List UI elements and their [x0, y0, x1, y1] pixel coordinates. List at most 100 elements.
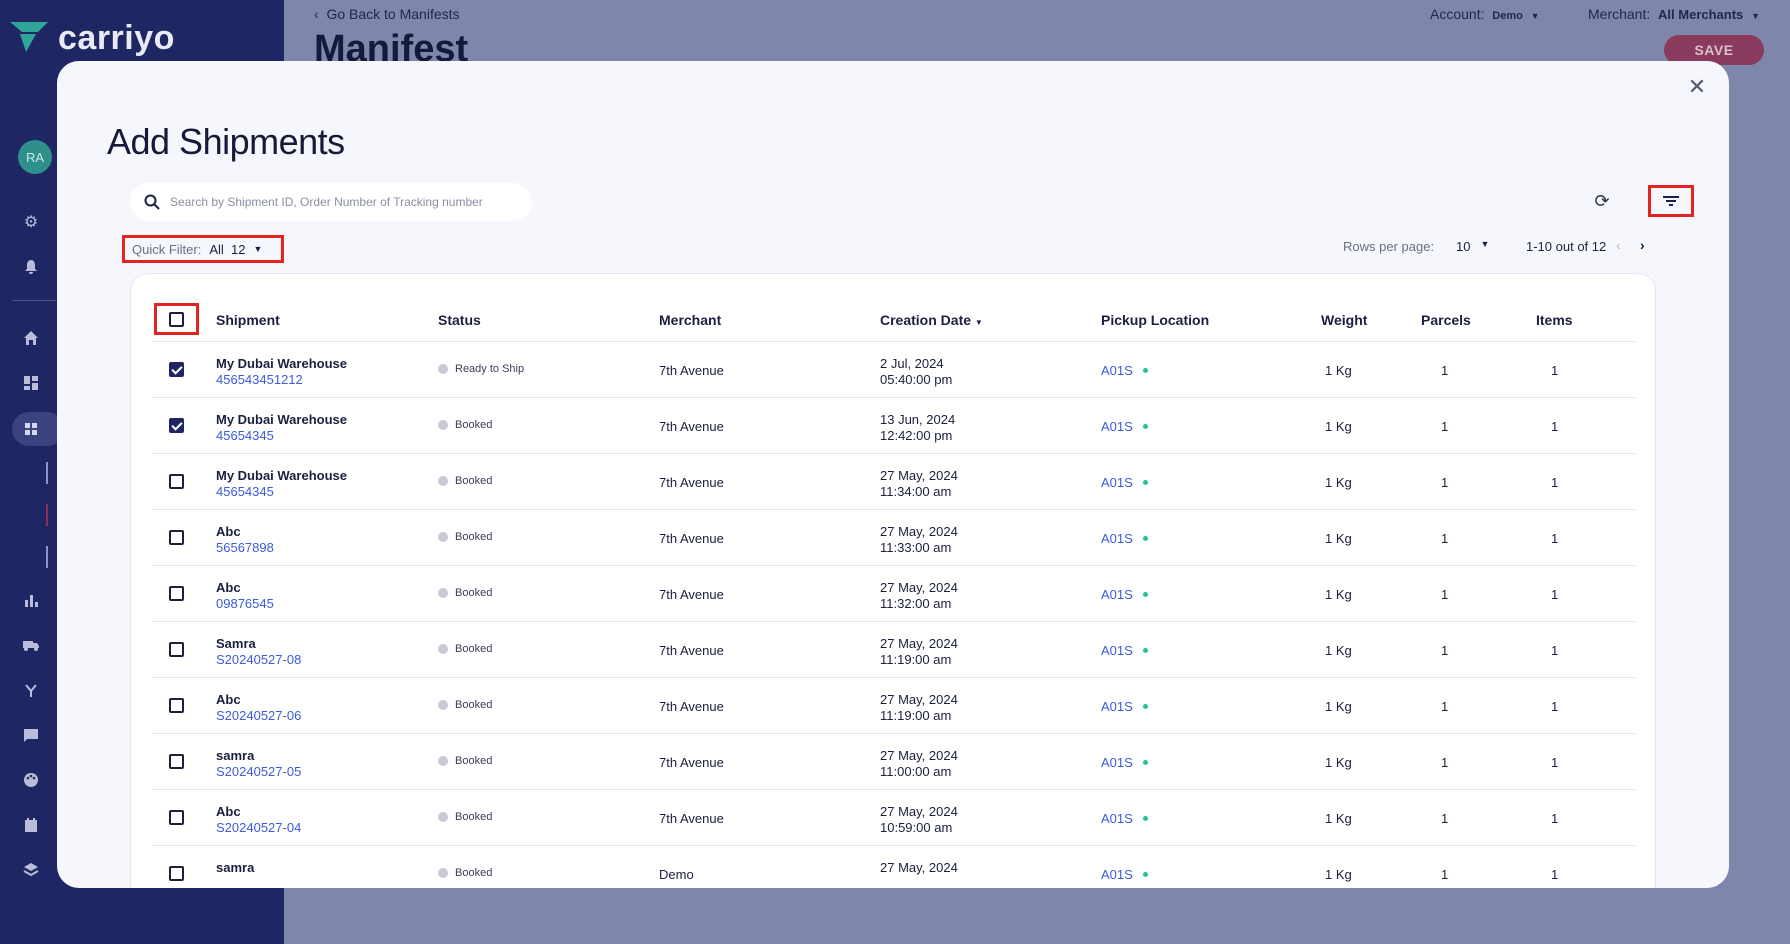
search-icon — [144, 194, 160, 210]
pickup-location-link[interactable]: A01S — [1101, 419, 1148, 434]
row-checkbox[interactable] — [169, 586, 184, 601]
header-merchant[interactable]: Merchant — [659, 312, 721, 328]
analytics-icon[interactable] — [21, 590, 41, 610]
avatar[interactable]: RA — [18, 140, 52, 174]
row-checkbox[interactable] — [169, 810, 184, 825]
pickup-location-link[interactable]: A01S — [1101, 643, 1148, 658]
header-shipment[interactable]: Shipment — [216, 312, 280, 328]
pickup-location-link[interactable]: A01S — [1101, 699, 1148, 714]
row-checkbox[interactable] — [169, 698, 184, 713]
pickup-location-link[interactable]: A01S — [1101, 531, 1148, 546]
merchant-cell: 7th Avenue — [659, 419, 724, 434]
checkbox[interactable] — [169, 530, 184, 545]
checkbox[interactable] — [169, 810, 184, 825]
search-input[interactable] — [170, 195, 510, 209]
header-creation-date[interactable]: Creation Date ▼ — [880, 312, 983, 328]
header-pickup-location[interactable]: Pickup Location — [1101, 312, 1209, 328]
row-checkbox[interactable] — [169, 418, 184, 433]
header-parcels[interactable]: Parcels — [1421, 312, 1471, 328]
checkbox[interactable] — [169, 642, 184, 657]
shipment-id-link[interactable]: S20240527-05 — [216, 764, 301, 779]
header-weight[interactable]: Weight — [1321, 312, 1367, 328]
rows-per-page-select[interactable]: 10 ▼ — [1456, 239, 1489, 254]
shipments-icon[interactable] — [21, 419, 41, 439]
table-row[interactable]: My Dubai Warehouse 456543451212 Ready to S… — [151, 342, 1635, 398]
active-dot-icon — [1142, 648, 1148, 653]
search-bar[interactable] — [130, 183, 532, 221]
select-all-checkbox-frame[interactable] — [154, 303, 199, 335]
checkbox[interactable] — [169, 586, 184, 601]
shipment-id-link[interactable]: 09876545 — [216, 596, 274, 611]
shipment-id-link[interactable]: 56567898 — [216, 540, 274, 555]
palette-icon[interactable] — [21, 770, 41, 790]
brand-logo[interactable]: carriyo — [8, 18, 175, 58]
routing-icon[interactable] — [21, 680, 41, 700]
status-dot-icon — [438, 588, 448, 598]
truck-icon[interactable] — [21, 635, 41, 655]
row-checkbox[interactable] — [169, 530, 184, 545]
table-row[interactable]: Samra S20240527-08 Booked 7th Avenue 27 May,… — [151, 622, 1635, 678]
checkbox[interactable] — [169, 866, 184, 881]
dashboard-icon[interactable] — [21, 373, 41, 393]
chevron-left-icon[interactable]: ‹ — [1616, 237, 1621, 253]
parcels-cell: 1 — [1441, 587, 1449, 602]
status-dot-icon — [438, 532, 448, 542]
quick-filter[interactable]: Quick Filter: All 12 ▼ — [122, 235, 284, 263]
row-checkbox[interactable] — [169, 642, 184, 657]
merchant-selector[interactable]: Merchant: All Merchants ▼ — [1588, 6, 1760, 22]
account-selector[interactable]: Account: Demo ▼ — [1430, 6, 1540, 22]
checkbox[interactable] — [169, 754, 184, 769]
submenu-line — [46, 462, 48, 484]
shipment-id-link[interactable]: S20240527-04 — [216, 820, 301, 835]
table-row[interactable]: Abc 56567898 Booked 7th Avenue 27 May, 2024 1… — [151, 510, 1635, 566]
shipment-id-link[interactable]: 456543451212 — [216, 372, 303, 387]
pickup-location-link[interactable]: A01S — [1101, 475, 1148, 490]
table-row[interactable]: My Dubai Warehouse 45654345 Booked 7th Aven… — [151, 454, 1635, 510]
row-checkbox[interactable] — [169, 754, 184, 769]
chevron-right-icon[interactable]: › — [1640, 237, 1645, 253]
checkbox[interactable] — [169, 698, 184, 713]
row-checkbox[interactable] — [169, 866, 184, 881]
table-row[interactable]: My Dubai Warehouse 45654345 Booked 7th Aven… — [151, 398, 1635, 454]
shipment-name: samra — [216, 748, 255, 763]
active-dot-icon — [1142, 592, 1148, 597]
shipment-id-link[interactable]: 45654345 — [216, 484, 274, 499]
shipment-id-link[interactable]: 45654345 — [216, 428, 274, 443]
home-icon[interactable] — [21, 328, 41, 348]
refresh-icon[interactable]: ⟳ — [1592, 191, 1612, 211]
table-row[interactable]: Abc S20240527-06 Booked 7th Avenue 27 May, 2… — [151, 678, 1635, 734]
shipment-id-link[interactable]: S20240527-06 — [216, 708, 301, 723]
row-checkbox[interactable] — [169, 362, 184, 377]
close-icon[interactable]: ✕ — [1685, 74, 1709, 99]
status-dot-icon — [438, 476, 448, 486]
shipment-name: My Dubai Warehouse — [216, 468, 347, 483]
table-row[interactable]: samra Booked Demo 27 May, 2024 A01S 1 Kg 1 1 — [151, 846, 1635, 888]
checkbox[interactable] — [169, 474, 184, 489]
pickup-location-link[interactable]: A01S — [1101, 867, 1148, 882]
table-row[interactable]: samra S20240527-05 Booked 7th Avenue 27 May,… — [151, 734, 1635, 790]
pickup-location-link[interactable]: A01S — [1101, 811, 1148, 826]
select-all-checkbox[interactable] — [169, 311, 184, 327]
table-row[interactable]: Abc S20240527-04 Booked 7th Avenue 27 May, 2… — [151, 790, 1635, 846]
layers-icon[interactable] — [21, 860, 41, 880]
chat-icon[interactable] — [21, 725, 41, 745]
bell-icon[interactable] — [21, 257, 41, 277]
pickup-location-link[interactable]: A01S — [1101, 363, 1148, 378]
table-row[interactable]: Abc 09876545 Booked 7th Avenue 27 May, 2024 1… — [151, 566, 1635, 622]
modal-title: Add Shipments — [107, 121, 345, 162]
filter-button[interactable] — [1648, 185, 1694, 217]
active-dot-icon — [1142, 872, 1148, 877]
pickup-location-link[interactable]: A01S — [1101, 755, 1148, 770]
settings-icon[interactable]: ⚙ — [21, 212, 41, 232]
header-items[interactable]: Items — [1536, 312, 1573, 328]
shipment-id-link[interactable]: S20240527-08 — [216, 652, 301, 667]
checkbox[interactable] — [169, 362, 184, 377]
checkbox[interactable] — [169, 418, 184, 433]
row-checkbox[interactable] — [169, 474, 184, 489]
pickup-location-link[interactable]: A01S — [1101, 587, 1148, 602]
header-status[interactable]: Status — [438, 312, 481, 328]
calendar-icon[interactable] — [21, 815, 41, 835]
caret-down-icon: ▼ — [1751, 11, 1760, 21]
back-link[interactable]: ‹ Go Back to Manifests — [314, 6, 460, 22]
items-cell: 1 — [1551, 811, 1559, 826]
